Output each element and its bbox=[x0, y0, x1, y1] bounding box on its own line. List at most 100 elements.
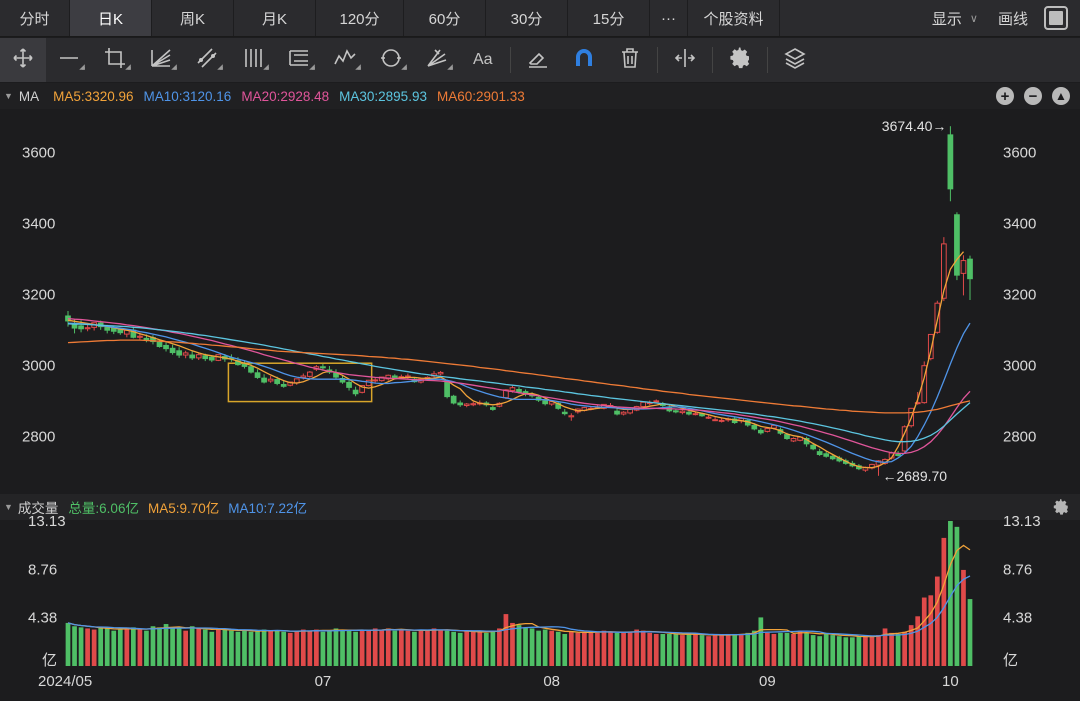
volume-bar bbox=[640, 630, 646, 666]
volume-bar bbox=[778, 632, 783, 666]
volume-bar bbox=[634, 629, 640, 666]
volume-bar bbox=[183, 630, 189, 666]
volume-unit-label-right: 亿 bbox=[1003, 652, 1018, 669]
price-axis-label-right: 3400 bbox=[1003, 216, 1036, 233]
candle-body bbox=[679, 410, 686, 414]
candle-body bbox=[306, 371, 313, 377]
candle-body bbox=[189, 354, 196, 359]
volume-axis-label-right: 13.13 bbox=[1003, 513, 1041, 530]
candle-body bbox=[960, 260, 967, 274]
volume-bar bbox=[523, 627, 528, 666]
candle-body bbox=[274, 379, 281, 384]
volume-bar bbox=[281, 631, 287, 666]
candle-body bbox=[673, 410, 679, 413]
candle-body bbox=[457, 402, 464, 406]
volume-bar bbox=[915, 616, 921, 666]
volume-bar bbox=[346, 630, 352, 666]
volume-bar bbox=[314, 629, 319, 666]
low-price-annotation: ←2689.70 bbox=[882, 468, 947, 484]
price-axis-label-left: 3200 bbox=[22, 287, 55, 304]
volume-bar bbox=[124, 628, 130, 666]
volume-bar bbox=[529, 628, 535, 666]
volume-bar bbox=[117, 629, 123, 666]
volume-bar bbox=[771, 633, 777, 666]
candle-body bbox=[176, 350, 182, 356]
candle-body bbox=[280, 384, 287, 387]
volume-bar bbox=[876, 635, 881, 666]
volume-axis-label-left: 8.76 bbox=[28, 561, 57, 578]
candle-body bbox=[84, 327, 91, 330]
volume-bar bbox=[732, 633, 738, 666]
x-axis-bg bbox=[0, 670, 1080, 701]
candle-body bbox=[516, 388, 522, 393]
candle-body bbox=[784, 434, 790, 440]
candle-body bbox=[444, 380, 450, 398]
volume-bar bbox=[536, 630, 541, 666]
volume-bar bbox=[673, 633, 679, 666]
volume-bar bbox=[928, 595, 934, 666]
volume-bar bbox=[287, 632, 293, 666]
candle-body bbox=[895, 453, 901, 456]
candle-body bbox=[640, 401, 647, 408]
volume-bar bbox=[849, 637, 855, 666]
candle-body bbox=[470, 403, 477, 406]
volume-bar bbox=[157, 627, 162, 666]
candle-body bbox=[705, 416, 712, 419]
candle-body bbox=[542, 400, 548, 405]
volume-bar bbox=[784, 632, 790, 666]
candle-body bbox=[816, 451, 823, 455]
volume-axis-label-right: 8.76 bbox=[1003, 561, 1032, 578]
volume-bar bbox=[575, 632, 581, 666]
high-price-annotation: 3674.40→ bbox=[882, 118, 947, 134]
volume-bar bbox=[961, 569, 966, 666]
candle-body bbox=[954, 214, 960, 276]
volume-bar bbox=[941, 537, 947, 666]
candle-body bbox=[568, 415, 575, 418]
volume-bar bbox=[398, 629, 404, 666]
candle-body bbox=[156, 341, 163, 348]
volume-bar bbox=[229, 630, 234, 666]
volume-bar bbox=[666, 633, 672, 666]
price-axis-label-left: 2800 bbox=[22, 429, 55, 446]
candle-body bbox=[110, 327, 117, 332]
volume-bar bbox=[65, 622, 71, 666]
volume-bar bbox=[209, 631, 215, 666]
volume-bar bbox=[614, 632, 620, 666]
volume-bar bbox=[810, 635, 816, 666]
candle-body bbox=[757, 429, 764, 434]
volume-bar bbox=[242, 630, 247, 666]
volume-bar bbox=[353, 631, 358, 666]
volume-bar bbox=[693, 633, 698, 666]
volume-bar bbox=[412, 631, 417, 666]
candle-body bbox=[104, 326, 111, 331]
volume-bar bbox=[215, 629, 221, 666]
volume-bar bbox=[255, 630, 260, 666]
volume-bar bbox=[379, 629, 385, 666]
volume-bar bbox=[392, 630, 398, 666]
x-axis-date-label: 10 bbox=[942, 673, 959, 690]
volume-bar bbox=[131, 627, 136, 666]
candle-body bbox=[137, 335, 143, 338]
volume-bar bbox=[745, 632, 751, 666]
price-axis-label-left: 3000 bbox=[22, 358, 55, 375]
volume-bar bbox=[653, 633, 659, 666]
volume-bar bbox=[359, 629, 365, 666]
volume-bar bbox=[856, 636, 862, 666]
volume-bar bbox=[830, 635, 836, 666]
volume-bar bbox=[104, 628, 110, 666]
volume-bar bbox=[196, 628, 202, 666]
volume-bar bbox=[222, 628, 228, 666]
kline-chart[interactable]: 2800 2800 3000 3000 3200 3200 3400 3400 3600 3600… bbox=[0, 0, 1080, 701]
candle-body bbox=[261, 377, 267, 383]
volume-bar bbox=[725, 633, 731, 666]
volume-bar bbox=[660, 633, 666, 666]
volume-bar bbox=[111, 630, 117, 666]
candle-body bbox=[182, 352, 189, 356]
candle-body bbox=[764, 428, 771, 432]
volume-bar bbox=[91, 629, 97, 666]
candle-body bbox=[692, 413, 699, 416]
candle-body bbox=[437, 371, 444, 375]
candle-body bbox=[202, 355, 209, 360]
candle-body bbox=[561, 411, 568, 415]
volume-bar bbox=[444, 630, 450, 666]
